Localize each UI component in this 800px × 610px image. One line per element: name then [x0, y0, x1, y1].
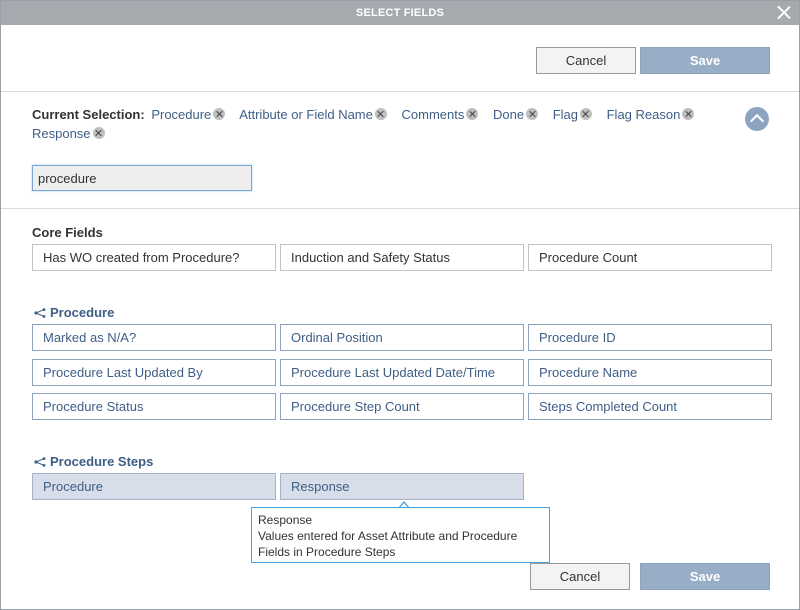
field-procedure-last-updated-by[interactable]: Procedure Last Updated By	[32, 359, 276, 386]
selection-chip-flag-reason: Flag Reason	[607, 107, 695, 122]
tooltip-title: Response	[258, 513, 313, 527]
select-fields-dialog: SELECT FIELDS Cancel Save Current Select…	[0, 0, 800, 610]
chip-label: Procedure	[151, 107, 212, 122]
dialog-titlebar: SELECT FIELDS	[1, 1, 799, 25]
selection-chip-procedure: Procedure	[151, 107, 226, 122]
divider-middle	[1, 208, 799, 209]
selection-chip-response: Response	[32, 126, 105, 141]
tooltip-description: Values entered for Asset Attribute and P…	[258, 529, 518, 559]
field-steps-completed-count[interactable]: Steps Completed Count	[528, 393, 772, 420]
remove-chip-icon[interactable]	[682, 108, 695, 120]
close-icon[interactable]	[777, 5, 791, 19]
procedure-steps-section-title[interactable]: Procedure Steps	[34, 454, 153, 469]
field-procedure-step-count[interactable]: Procedure Step Count	[280, 393, 524, 420]
field-ordinal-position[interactable]: Ordinal Position	[280, 324, 524, 351]
field-step-procedure[interactable]: Procedure	[32, 473, 276, 500]
field-induction-safety-status[interactable]: Induction and Safety Status	[280, 244, 524, 271]
search-input[interactable]	[32, 165, 252, 191]
field-step-response[interactable]: Response	[280, 473, 524, 500]
remove-chip-icon[interactable]	[213, 108, 226, 120]
selection-chip-comments: Comments	[402, 107, 479, 122]
procedure-section-label: Procedure	[50, 305, 115, 320]
procedure-section-title[interactable]: Procedure	[34, 305, 114, 320]
relationship-icon	[34, 457, 46, 467]
remove-chip-icon[interactable]	[526, 108, 539, 120]
field-has-wo-created[interactable]: Has WO created from Procedure?	[32, 244, 276, 271]
field-procedure-last-updated-datetime[interactable]: Procedure Last Updated Date/Time	[280, 359, 524, 386]
cancel-button-top[interactable]: Cancel	[536, 47, 636, 74]
field-procedure-id[interactable]: Procedure ID	[528, 324, 772, 351]
selection-chip-attribute-or-field-name: Attribute or Field Name	[239, 107, 387, 122]
current-selection-label: Current Selection:	[32, 107, 145, 122]
field-procedure-count[interactable]: Procedure Count	[528, 244, 772, 271]
chip-label: Flag	[552, 107, 578, 122]
field-marked-as-na[interactable]: Marked as N/A?	[32, 324, 276, 351]
core-fields-title: Core Fields	[32, 225, 103, 240]
procedure-steps-section-label: Procedure Steps	[50, 454, 154, 469]
selection-chip-done: Done	[492, 107, 539, 122]
remove-chip-icon[interactable]	[466, 108, 479, 120]
dialog-title: SELECT FIELDS	[355, 7, 445, 19]
chip-label: Flag Reason	[606, 107, 681, 122]
save-button-bottom[interactable]: Save	[640, 563, 770, 590]
cancel-button-bottom[interactable]: Cancel	[530, 563, 630, 590]
field-procedure-name[interactable]: Procedure Name	[528, 359, 772, 386]
chip-label: Done	[492, 107, 525, 122]
field-tooltip: Response Values entered for Asset Attrib…	[251, 507, 550, 563]
field-procedure-status[interactable]: Procedure Status	[32, 393, 276, 420]
current-selection: Current Selection: Procedure Attribute o…	[32, 105, 732, 143]
remove-chip-icon[interactable]	[579, 108, 592, 120]
divider-top	[1, 91, 799, 92]
remove-chip-icon[interactable]	[92, 127, 105, 139]
selection-chip-flag: Flag	[553, 107, 592, 122]
relationship-icon	[34, 308, 46, 318]
chip-label: Attribute or Field Name	[239, 107, 373, 122]
chip-label: Response	[32, 126, 91, 141]
chip-label: Comments	[401, 107, 465, 122]
save-button-top[interactable]: Save	[640, 47, 770, 74]
collapse-chevron-up-icon[interactable]	[745, 107, 769, 131]
remove-chip-icon[interactable]	[374, 108, 387, 120]
